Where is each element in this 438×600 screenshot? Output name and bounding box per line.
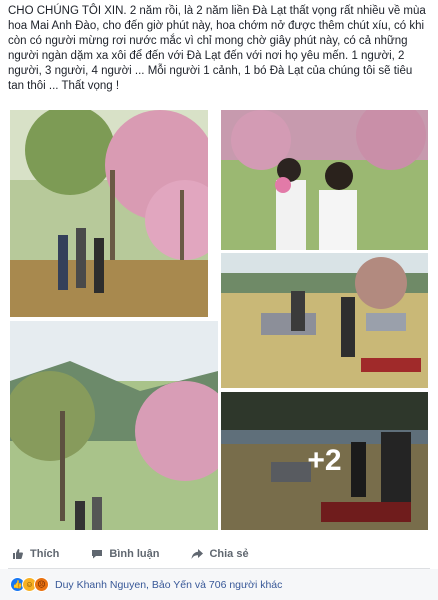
photo-hillside-blossoms[interactable] — [10, 321, 218, 530]
reaction-icons[interactable]: 👍 ☺ ☹ — [10, 577, 49, 592]
more-photos-overlay[interactable]: +2 — [221, 392, 428, 530]
reactions-bar[interactable]: 👍 ☺ ☹ Duy Khanh Nguyen, Bảo Yến và 706 n… — [0, 569, 438, 600]
comment-icon — [92, 550, 103, 559]
comment-button[interactable]: Bình luận — [91, 548, 159, 560]
post-text: CHO CHÚNG TÔI XIN. 2 năm rồi, là 2 năm l… — [8, 5, 426, 92]
photo-motorbikes-hill[interactable] — [221, 253, 428, 388]
angry-reaction-icon: ☹ — [34, 577, 49, 592]
photo-two-women[interactable] — [221, 110, 428, 250]
thumbs-up-icon — [13, 549, 23, 559]
share-arrow-icon — [191, 549, 204, 559]
share-button[interactable]: Chia sẻ — [191, 548, 249, 560]
photo-grid: +2 — [10, 110, 428, 530]
like-label: Thích — [30, 548, 60, 560]
share-label: Chia sẻ — [209, 548, 249, 560]
post-actions: Thích Bình luận Chia sẻ — [0, 540, 438, 568]
more-photos-count: +2 — [307, 444, 342, 477]
photo-tree-blossoms-people[interactable] — [10, 110, 208, 317]
reactions-summary[interactable]: Duy Khanh Nguyen, Bảo Yến và 706 người k… — [55, 579, 282, 591]
photo-more[interactable]: +2 — [221, 392, 428, 530]
like-button[interactable]: Thích — [12, 548, 59, 560]
comment-label: Bình luận — [109, 548, 160, 560]
